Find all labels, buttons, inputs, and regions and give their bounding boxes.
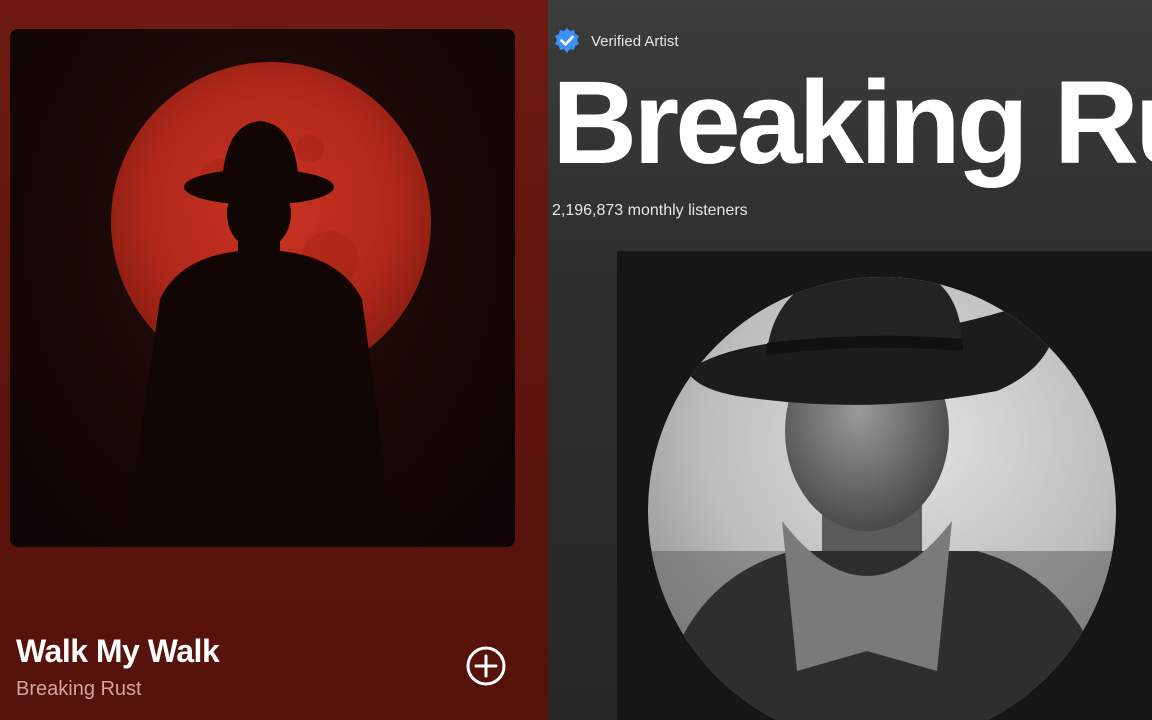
artist-photo-art (617, 251, 1152, 720)
monthly-listeners: 2,196,873 monthly listeners (552, 202, 748, 219)
artist-photo (617, 251, 1152, 720)
verified-artist-row: Verified Artist (553, 27, 679, 55)
song-artist-link[interactable]: Breaking Rust (16, 678, 142, 701)
artist-panel: Verified Artist Breaking Rust 2,196,873 … (548, 0, 1152, 720)
artist-name: Breaking Rust (552, 57, 1152, 189)
track-panel: Walk My Walk Breaking Rust (0, 0, 548, 720)
plus-circle-icon (466, 646, 506, 686)
album-cover-art (111, 62, 431, 547)
album-cover (10, 29, 515, 547)
add-to-library-button[interactable] (466, 646, 506, 686)
song-title: Walk My Walk (16, 633, 220, 669)
verified-artist-label: Verified Artist (591, 32, 679, 50)
verified-badge-icon (555, 28, 579, 53)
